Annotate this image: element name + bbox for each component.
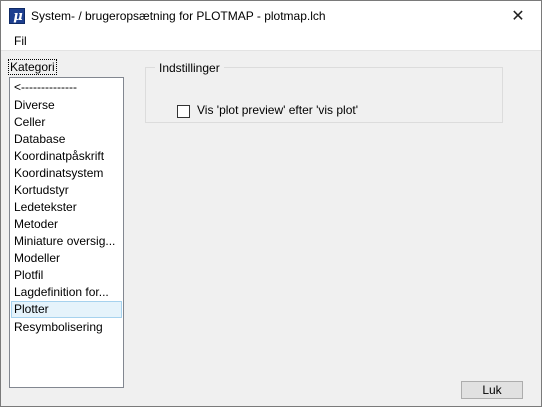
list-item-metoder[interactable]: Metoder [11, 216, 122, 233]
list-item-kortudstyr[interactable]: Kortudstyr [11, 182, 122, 199]
list-item-plotter[interactable]: Plotter [11, 301, 122, 318]
list-item-resymbolisering[interactable]: Resymbolisering [11, 319, 122, 336]
menu-bar: Fil [1, 32, 541, 51]
list-item-diverse[interactable]: Diverse [11, 97, 122, 114]
app-icon: μ [9, 8, 25, 24]
kategori-listbox[interactable]: <-------------- Diverse Celler Database … [9, 77, 124, 388]
title-bar: μ System- / brugeropsætning for PLOTMAP … [1, 1, 541, 32]
close-icon[interactable]: ✕ [495, 1, 541, 32]
kategori-label: Kategori [8, 59, 57, 75]
list-item-lagdefinition[interactable]: Lagdefinition for... [11, 284, 122, 301]
list-item-miniature[interactable]: Miniature oversig... [11, 233, 122, 250]
list-item-database[interactable]: Database [11, 131, 122, 148]
list-item-back[interactable]: <-------------- [11, 79, 122, 96]
settings-dialog: μ System- / brugeropsætning for PLOTMAP … [0, 0, 542, 407]
group-title: Indstillinger [155, 61, 224, 75]
plot-preview-checkbox[interactable] [177, 105, 190, 118]
list-item-koordinatpaaskrift[interactable]: Koordinatpåskrift [11, 148, 122, 165]
list-item-plotfil[interactable]: Plotfil [11, 267, 122, 284]
plot-preview-label[interactable]: Vis 'plot preview' efter 'vis plot' [197, 103, 358, 117]
list-item-modeller[interactable]: Modeller [11, 250, 122, 267]
window-title: System- / brugeropsætning for PLOTMAP - … [31, 9, 326, 23]
menu-item-fil[interactable]: Fil [14, 34, 27, 48]
app-icon-letter: μ [13, 9, 23, 24]
luk-button[interactable]: Luk [461, 381, 523, 399]
list-item-celler[interactable]: Celler [11, 114, 122, 131]
list-item-ledetekster[interactable]: Ledetekster [11, 199, 122, 216]
list-item-koordinatsystem[interactable]: Koordinatsystem [11, 165, 122, 182]
